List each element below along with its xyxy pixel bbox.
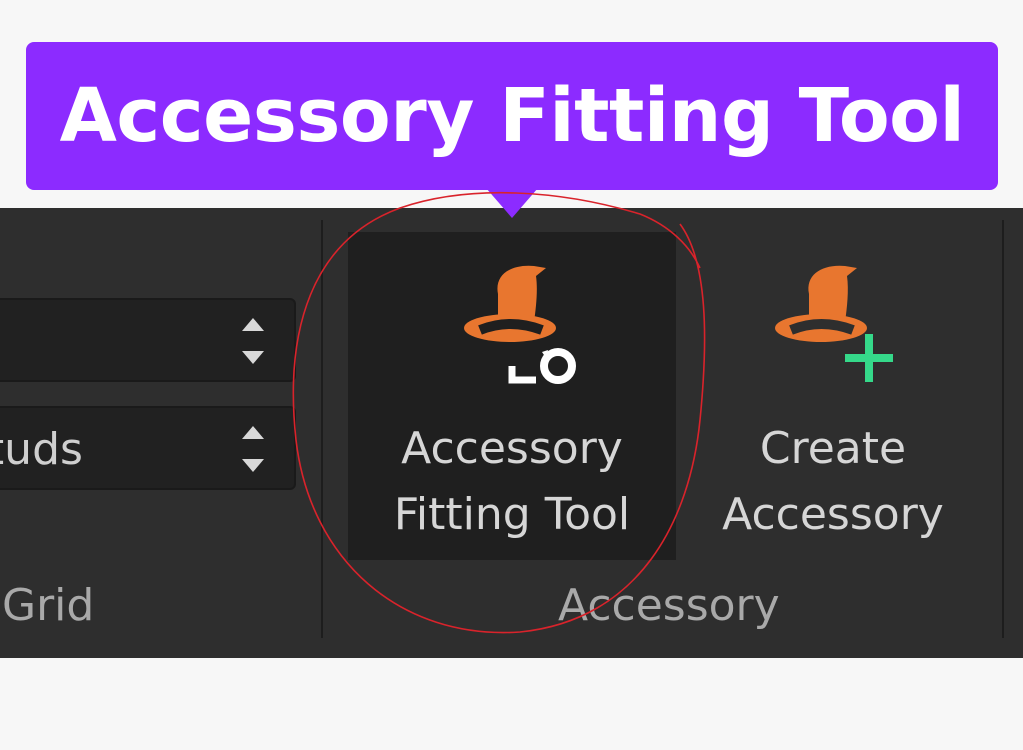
witch-hat-plus-icon xyxy=(775,265,893,382)
accessory-fitting-tool-button[interactable]: Accessory Fitting Tool xyxy=(348,232,676,560)
accessory-fitting-tool-label-line2: Fitting Tool xyxy=(393,489,631,540)
tooltip: Accessory Fitting Tool xyxy=(26,42,998,190)
arrow-down-icon[interactable] xyxy=(242,351,264,364)
group-divider xyxy=(321,220,323,638)
accessory-group-label: Accessory xyxy=(558,580,780,631)
spin-arrows[interactable] xyxy=(242,422,266,476)
grid-spin-bottom-value: studs xyxy=(0,424,83,475)
grid-group-label: Grid xyxy=(2,580,95,631)
arrow-up-icon[interactable] xyxy=(242,318,264,331)
spin-arrows[interactable] xyxy=(242,314,266,368)
create-accessory-label-line1: Create xyxy=(759,423,907,474)
group-divider xyxy=(1002,220,1004,638)
witch-hat-fitting-icon xyxy=(464,265,576,384)
ribbon-toolbar: studs Grid Accessory Fitting Tool xyxy=(0,208,1023,658)
arrow-up-icon[interactable] xyxy=(242,426,264,439)
accessory-fitting-tool-label-line1: Accessory xyxy=(401,423,623,474)
create-accessory-button[interactable]: Create Accessory xyxy=(686,232,980,560)
screenshot-stage: Accessory Fitting Tool studs Grid xyxy=(0,0,1023,750)
create-accessory-label-line2: Accessory xyxy=(722,489,944,540)
tooltip-caret xyxy=(486,188,538,218)
grid-spin-box-top[interactable] xyxy=(0,298,296,382)
grid-spin-box-bottom[interactable]: studs xyxy=(0,406,296,490)
arrow-down-icon[interactable] xyxy=(242,459,264,472)
